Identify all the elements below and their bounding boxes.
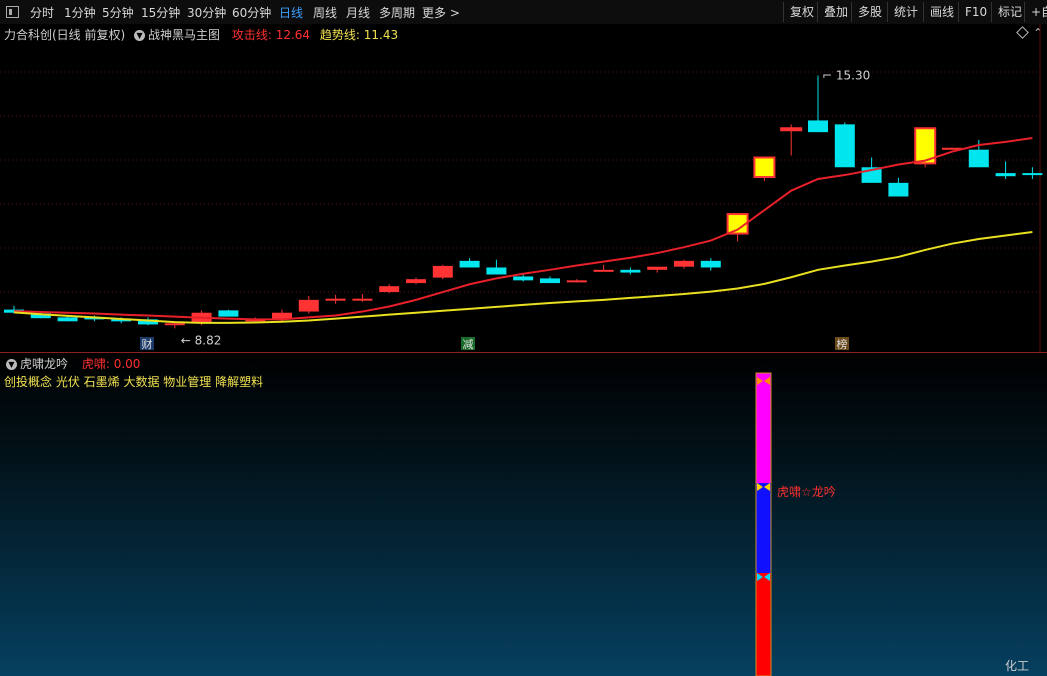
candle-body [700,260,721,268]
signal-label: 虎啸☆龙吟 [777,484,836,499]
candle-body [593,269,614,272]
signal-bar-red [756,573,771,676]
signal-bar-blue [756,483,771,573]
candle-body [352,298,373,301]
candle-body [888,182,909,197]
event-marker-label: 减 [463,338,474,351]
candle-body [674,260,694,267]
candle-body [540,278,560,284]
candle-body [298,299,319,312]
candle-body [164,323,185,326]
low-price-label: ← 8.82 [181,333,222,347]
candle-body [513,276,534,281]
signal-bar-magenta [756,373,771,483]
candle-body [620,269,641,273]
candle-body [1022,173,1043,176]
candle-body [379,286,400,293]
candle-body [780,127,803,132]
candle-body [834,124,855,168]
candle-body [325,298,346,301]
candle-body [753,156,776,178]
attack-line [13,137,1033,321]
event-marker-label: 榜 [837,337,848,351]
candle-body [57,317,78,322]
candle-body [406,279,426,284]
candle-body [968,149,989,168]
candle-body [566,280,587,283]
candle-body [486,267,507,275]
chart-canvas: ⌐ 15.30 ← 8.82 财 减 榜虎啸☆龙吟 [0,24,1043,676]
candle-body [808,120,828,133]
event-marker-label: 财 [142,337,153,351]
candle-body [995,173,1016,177]
high-price-label: ⌐ 15.30 [822,69,870,83]
candle-body [432,265,453,278]
candle-body [459,260,480,268]
candle-body [218,310,239,317]
candle-body [647,266,668,270]
